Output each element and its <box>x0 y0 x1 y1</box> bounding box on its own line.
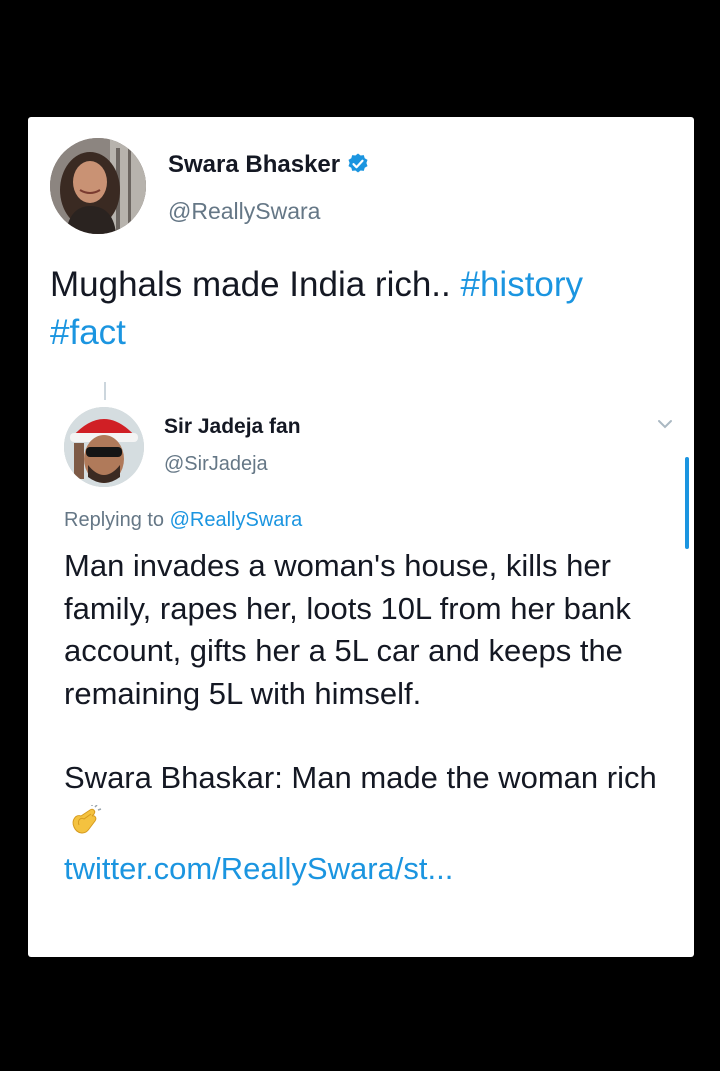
verified-badge-icon <box>346 152 370 183</box>
author-name-text: Swara Bhasker <box>168 151 341 178</box>
reply-text: Man invades a woman's house, kills her f… <box>64 545 674 891</box>
chevron-down-icon[interactable] <box>656 417 674 436</box>
tweet-link[interactable]: twitter.com/ReallySwara/st... <box>64 848 674 891</box>
reply-author-handle[interactable]: @SirJadeja <box>164 453 268 476</box>
replying-to-mention-link[interactable]: @ReallySwara <box>170 509 303 531</box>
replying-to-label: Replying to <box>64 509 165 531</box>
author-handle[interactable]: @ReallySwara <box>168 198 320 225</box>
reply-paragraph-2-text: Swara Bhaskar: Man made the woman rich <box>64 760 657 795</box>
author-avatar[interactable] <box>50 138 146 234</box>
hashtag-history-link[interactable]: #history <box>461 265 584 304</box>
thread-line <box>104 382 106 400</box>
author-name[interactable]: Swara Bhasker <box>168 151 370 183</box>
clapping-hands-icon <box>68 803 102 849</box>
reply-author-name[interactable]: Sir Jadeja fan <box>164 415 301 439</box>
scrollbar[interactable] <box>685 457 689 549</box>
tweet-card: Swara Bhasker @ReallySwara Mughals made … <box>28 117 694 957</box>
reply-paragraph-2: Swara Bhaskar: Man made the woman rich <box>64 757 674 848</box>
tweet-body: Mughals made India rich.. <box>50 265 451 304</box>
tweet-text: Mughals made India rich.. #history #fact <box>50 261 690 357</box>
reply-author-avatar[interactable] <box>64 407 144 487</box>
reply-paragraph-1: Man invades a woman's house, kills her f… <box>64 548 631 711</box>
replying-to-line: Replying to @ReallySwara <box>64 509 302 532</box>
author-avatar-image <box>50 138 146 234</box>
hashtag-fact-link[interactable]: #fact <box>50 313 126 352</box>
reply-avatar-image <box>64 407 144 487</box>
